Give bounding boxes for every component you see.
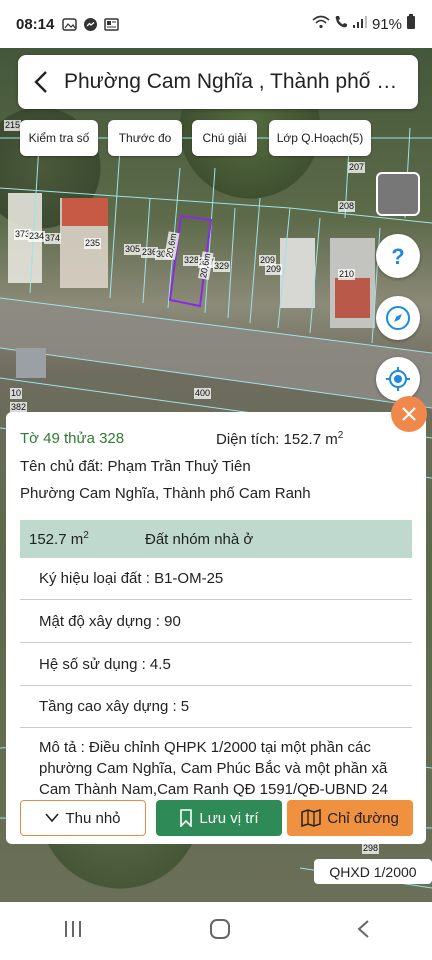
help-button[interactable]: ? (376, 234, 420, 278)
directions-label: Chỉ đường (327, 809, 399, 827)
map-label: 298 (362, 843, 380, 854)
owner-name: Tên chủ đất: Phạm Trần Thuỷ Tiên (20, 458, 251, 475)
compass-button[interactable] (376, 296, 420, 340)
map-label: 374 (44, 233, 62, 244)
page-title: Phường Cam Nghĩa , Thành phố Cam Ranh (64, 70, 410, 93)
compass-icon (386, 306, 410, 330)
newspaper-icon (104, 17, 120, 32)
parcel-number: Tờ 49 thửa 328 (20, 430, 125, 447)
close-panel-button[interactable] (391, 396, 427, 432)
map-label: 329 (213, 261, 231, 272)
map-label: 10 (10, 388, 23, 399)
recent-apps-button[interactable] (62, 919, 84, 944)
battery-icon (406, 14, 416, 34)
bookmark-icon (180, 809, 193, 827)
map-label: 208 (338, 201, 356, 212)
map-label: 215 (4, 120, 22, 131)
parcel-info-panel: Tờ 49 thửa 328 Diện tích: 152.7 m2 Tên c… (6, 412, 426, 844)
back-button[interactable] (18, 55, 64, 109)
home-icon (209, 918, 230, 939)
recents-icon (65, 920, 82, 937)
map-layer-toggle[interactable] (376, 172, 420, 216)
usage-coefficient: Hệ số sử dụng : 4.5 (20, 644, 412, 686)
gallery-icon (62, 17, 78, 32)
parcel-area: Diện tích: 152.7 m2 (216, 430, 344, 448)
check-number-button[interactable]: Kiểm tra số (20, 120, 98, 156)
chevron-down-icon (45, 813, 60, 823)
wifi-icon (312, 15, 330, 33)
signal-icon (352, 15, 368, 33)
question-icon: ? (391, 244, 404, 269)
status-time: 08:14 (16, 15, 55, 33)
save-location-button[interactable]: Lưu vị trí (156, 800, 282, 836)
ruler-button[interactable]: Thước đo (108, 120, 182, 156)
map-label: 209 (265, 264, 283, 275)
map-label: 207 (348, 162, 366, 173)
map-label: 235 (84, 238, 102, 249)
directions-button[interactable]: Chỉ đường (287, 800, 413, 836)
plan-scale-badge[interactable]: QHXD 1/2000 (314, 859, 432, 884)
map-label: 400 (194, 388, 212, 399)
layer-button[interactable]: Lớp Q.Hoạch(5) (269, 120, 371, 156)
map-label: 234 (28, 231, 46, 242)
map-label: 210 (338, 269, 356, 280)
shrink-button[interactable]: Thu nhỏ (20, 800, 146, 836)
call-icon (334, 15, 348, 33)
close-icon (402, 407, 416, 421)
crosshair-icon (386, 367, 410, 391)
svg-text:?: ? (391, 244, 404, 269)
messenger-icon (83, 17, 98, 32)
building-height: Tầng cao xây dựng : 5 (20, 686, 412, 728)
battery-percent: 91% (371, 15, 402, 33)
home-button[interactable] (209, 918, 231, 945)
land-type-band: 152.7 m2 Đất nhóm nhà ở (20, 520, 412, 558)
location-bar: Phường Cam Nghĩa , Thành phố Cam Ranh (18, 55, 418, 109)
parcel-location: Phường Cam Nghĩa, Thành phố Cam Ranh (20, 485, 311, 502)
map-icon (301, 809, 321, 827)
land-symbol: Ký hiệu loại đất : B1-OM-25 (20, 558, 412, 600)
my-location-button[interactable] (376, 357, 420, 401)
legend-button[interactable]: Chú giải (192, 120, 257, 156)
band-land-type: Đất nhóm nhà ở (145, 530, 254, 548)
back-icon (357, 919, 369, 938)
band-area: 152.7 m2 (29, 530, 89, 548)
status-bar: 08:14 91% (0, 0, 432, 48)
system-back-button[interactable] (356, 919, 370, 944)
chevron-left-icon (34, 71, 47, 93)
map-label: 305 (124, 244, 142, 255)
save-location-label: Lưu vị trí (199, 809, 259, 827)
building-density: Mật độ xây dựng : 90 (20, 601, 412, 643)
shrink-label: Thu nhỏ (65, 809, 121, 827)
system-nav-bar (0, 902, 432, 960)
plan-description: Mô tả : Điều chỉnh QHPK 1/2000 tại một p… (39, 739, 389, 798)
